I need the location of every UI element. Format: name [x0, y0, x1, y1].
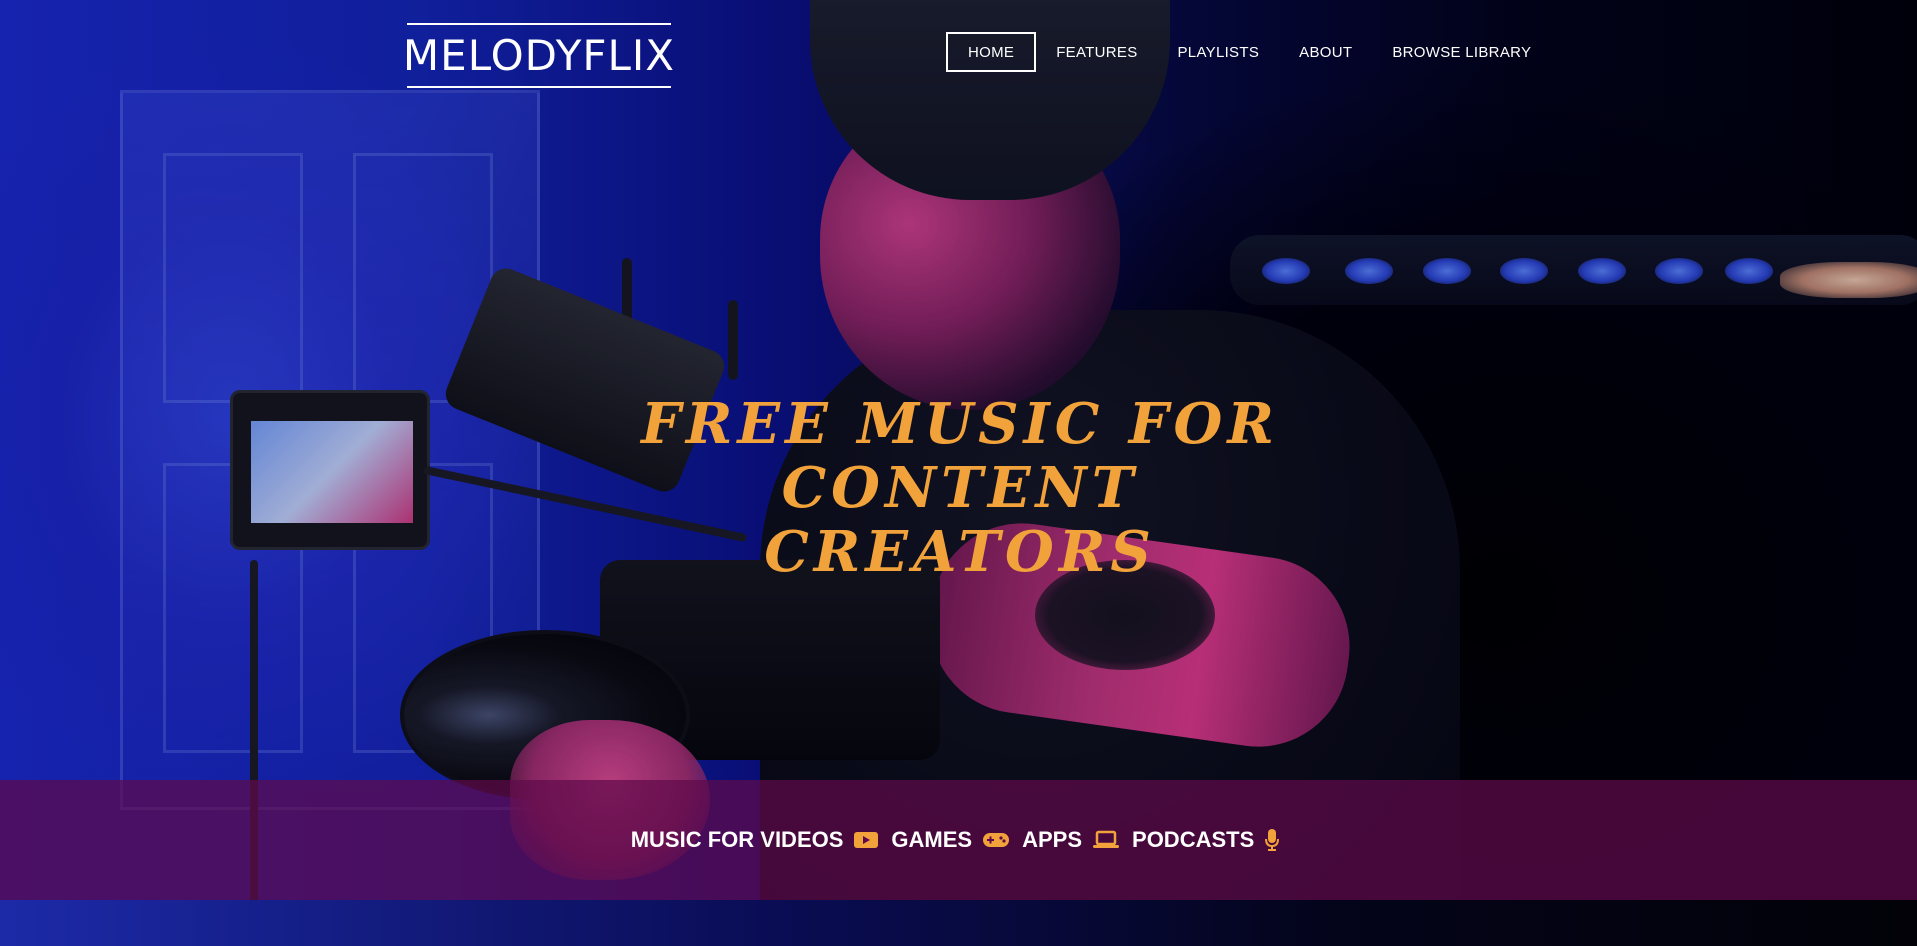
hero-headline-line-1: FREE MUSIC FOR CONTENT	[641, 391, 1279, 521]
band-item-apps: APPS	[1022, 827, 1083, 852]
nav-item-about[interactable]: ABOUT	[1279, 32, 1372, 72]
video-play-icon	[853, 830, 879, 850]
microphone-icon	[1264, 828, 1280, 852]
laptop-icon	[1092, 830, 1120, 850]
gamepad-icon	[982, 831, 1010, 849]
hero-headline-line-2: CREATORS	[764, 519, 1156, 585]
use-cases-band: MUSIC FOR VIDEOS GAMES APPS PODCASTS	[0, 780, 1917, 900]
band-item-videos: MUSIC FOR VIDEOS	[630, 827, 844, 852]
nav-item-playlists[interactable]: PLAYLISTS	[1158, 32, 1280, 72]
main-nav: HOME FEATURES PLAYLISTS ABOUT BROWSE LIB…	[946, 32, 1551, 72]
nav-item-features[interactable]: FEATURES	[1036, 32, 1157, 72]
nav-item-home[interactable]: HOME	[946, 32, 1037, 72]
nav-item-browse-library[interactable]: BROWSE LIBRARY	[1372, 32, 1551, 72]
band-item-games: GAMES	[891, 827, 973, 852]
band-item-podcasts: PODCASTS	[1132, 827, 1255, 852]
hero-headline: FREE MUSIC FOR CONTENT CREATORS	[500, 392, 1420, 584]
site-logo[interactable]: MELODYFLIX	[403, 23, 674, 88]
hero-bottom-edge	[0, 900, 1917, 946]
